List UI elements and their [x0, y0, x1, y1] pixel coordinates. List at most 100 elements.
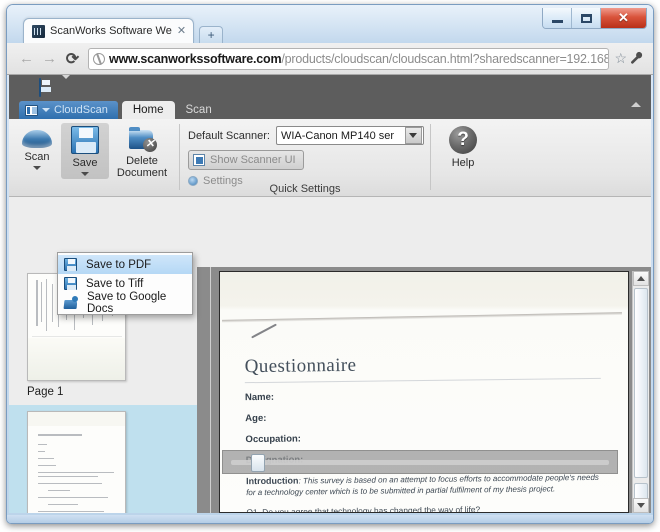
- show-scanner-ui-label: Show Scanner UI: [210, 154, 296, 166]
- thumbnail-page-2[interactable]: Page 2: [9, 405, 210, 513]
- qat-scan-icon[interactable]: [17, 79, 33, 94]
- help-button-label: Help: [451, 157, 475, 169]
- tab-strip: ScanWorks Software We ✕ +: [23, 18, 224, 43]
- thumbnail-label: Page 1: [27, 386, 64, 398]
- cloudscan-logo-icon: [25, 104, 38, 116]
- google-docs-icon: [64, 296, 78, 309]
- url-path: /products/cloudscan/cloudscan.html?share…: [281, 51, 610, 66]
- delete-document-label-line2: Document: [116, 167, 168, 179]
- document-field: Age:: [245, 412, 267, 425]
- menu-item-label: Save to PDF: [86, 258, 152, 271]
- browser-tab-scanworks[interactable]: ScanWorks Software We ✕: [23, 18, 195, 43]
- vertical-scrollbar[interactable]: [632, 271, 649, 513]
- tab-home[interactable]: Home: [121, 101, 175, 119]
- horizontal-scrollbar[interactable]: [222, 450, 618, 474]
- floppy-disk-icon: [64, 258, 77, 271]
- browser-navigation-bar: ← → ⟳ www.scanworkssoftware.com/products…: [7, 43, 653, 75]
- scrollbar-thumb[interactable]: [634, 288, 648, 478]
- thumbnail-panel-scrollbar[interactable]: [197, 267, 210, 513]
- tab-scan[interactable]: Scan: [175, 101, 223, 119]
- qat-save-icon[interactable]: [39, 77, 55, 97]
- app-name-label: CloudScan: [54, 104, 108, 116]
- address-bar[interactable]: www.scanworkssoftware.com/products/cloud…: [88, 47, 610, 70]
- show-scanner-ui-toggle[interactable]: Show Scanner UI: [188, 150, 304, 170]
- app-menu-cloudscan[interactable]: CloudScan: [19, 101, 118, 119]
- browser-tab-title: ScanWorks Software We: [50, 25, 172, 37]
- wrench-menu-icon[interactable]: [628, 51, 645, 67]
- floppy-disk-icon: [71, 126, 99, 154]
- back-button[interactable]: ←: [15, 48, 38, 70]
- default-scanner-select[interactable]: WIA-Canon MP140 ser: [275, 126, 424, 145]
- maximize-button[interactable]: [572, 8, 601, 28]
- document-title: Questionnaire: [244, 354, 357, 378]
- close-tab-icon[interactable]: ✕: [177, 25, 186, 37]
- bookmark-star-icon[interactable]: ☆: [614, 50, 627, 67]
- title-bar: ScanWorks Software We ✕ + ✕: [7, 5, 653, 43]
- favicon-icon: [32, 24, 45, 38]
- paper-edge-shadow: [222, 312, 622, 323]
- chevron-down-icon: [81, 172, 89, 176]
- chevron-up-icon: [637, 276, 645, 281]
- introduction-label: Introduction: [245, 475, 299, 487]
- quick-access-toolbar: [9, 75, 651, 97]
- menu-item-label: Save to Google Docs: [87, 290, 167, 315]
- address-bar-text: www.scanworkssoftware.com/products/cloud…: [109, 51, 610, 66]
- forward-button[interactable]: →: [38, 48, 61, 70]
- delete-document-label-line1: Delete: [126, 155, 158, 167]
- ribbon: Scan Save ✕ Delete Document Default Scan…: [9, 119, 651, 197]
- menu-item-label: Save to Tiff: [86, 277, 144, 290]
- default-scanner-value: WIA-Canon MP140 ser: [280, 129, 395, 142]
- ribbon-group-help: ? Help: [431, 119, 495, 196]
- delete-folder-icon: ✕: [127, 126, 157, 152]
- scan-button[interactable]: Scan: [13, 123, 61, 179]
- scanned-document-image: Questionnaire Name: Age: Occupation: Des…: [220, 272, 628, 512]
- minimize-icon: [551, 19, 563, 23]
- document-body: Questionnaire Name: Age: Occupation: Des…: [244, 352, 604, 513]
- save-button-label: Save: [72, 157, 98, 169]
- menu-item-save-to-google-docs[interactable]: Save to Google Docs: [58, 290, 192, 315]
- ribbon-group-quick-settings: Default Scanner: WIA-Canon MP140 ser Sho…: [180, 119, 430, 196]
- default-scanner-row: Default Scanner: WIA-Canon MP140 ser: [188, 126, 430, 145]
- document-viewer[interactable]: Questionnaire Name: Age: Occupation: Des…: [219, 271, 629, 513]
- close-window-button[interactable]: ✕: [601, 8, 646, 28]
- menu-item-save-to-pdf[interactable]: Save to PDF: [58, 255, 192, 274]
- ribbon-tab-bar: CloudScan Home Scan: [9, 97, 651, 119]
- document-field: Occupation:: [245, 433, 302, 446]
- new-tab-button[interactable]: +: [199, 26, 224, 43]
- maximize-icon: [580, 13, 592, 23]
- scrollbar-track: [231, 460, 609, 465]
- help-button[interactable]: ? Help: [435, 123, 491, 179]
- scroll-up-button[interactable]: [633, 271, 649, 286]
- document-field: Name:: [244, 391, 275, 404]
- scan-button-label: Scan: [24, 151, 50, 163]
- chevron-down-icon: [61, 75, 71, 96]
- page-info-icon[interactable]: [93, 52, 105, 65]
- qat-customize-icon[interactable]: [61, 75, 77, 96]
- show-scanner-ui-row: Show Scanner UI: [188, 150, 430, 170]
- collapse-ribbon-icon[interactable]: [631, 102, 641, 107]
- question-mark-icon: ?: [449, 126, 477, 154]
- reload-button[interactable]: ⟳: [61, 48, 84, 70]
- chevron-down-icon: [33, 166, 41, 170]
- document-question: Q1. Do you agree that technology has cha…: [246, 504, 481, 513]
- scanner-icon: [22, 130, 52, 148]
- thumbnail-image: [27, 411, 126, 513]
- floppy-disk-icon: [64, 277, 77, 290]
- save-dropdown-menu: Save to PDF Save to Tiff Save to Google …: [57, 252, 193, 315]
- ribbon-group-document: Scan Save ✕ Delete Document: [9, 119, 179, 196]
- window-controls: ✕: [542, 8, 647, 29]
- quick-settings-group-title: Quick Settings: [269, 183, 341, 195]
- checkbox-icon: [193, 154, 205, 166]
- introduction-text: : This survey is based on an attempt to …: [246, 472, 599, 498]
- title-underline: [244, 377, 601, 384]
- chevron-down-icon[interactable]: [404, 127, 422, 144]
- scroll-down-button[interactable]: [633, 498, 649, 513]
- chevron-down-icon: [42, 108, 50, 112]
- delete-document-button[interactable]: ✕ Delete Document: [109, 123, 175, 179]
- url-domain: www.scanworkssoftware.com: [109, 51, 282, 66]
- scrollbar-thumb[interactable]: [251, 454, 265, 472]
- minimize-button[interactable]: [543, 8, 572, 28]
- document-introduction: Introduction: This survey is based on an…: [246, 472, 602, 498]
- browser-window: ScanWorks Software We ✕ + ✕ ← → ⟳ www.sc…: [6, 4, 654, 524]
- save-button[interactable]: Save: [61, 123, 109, 179]
